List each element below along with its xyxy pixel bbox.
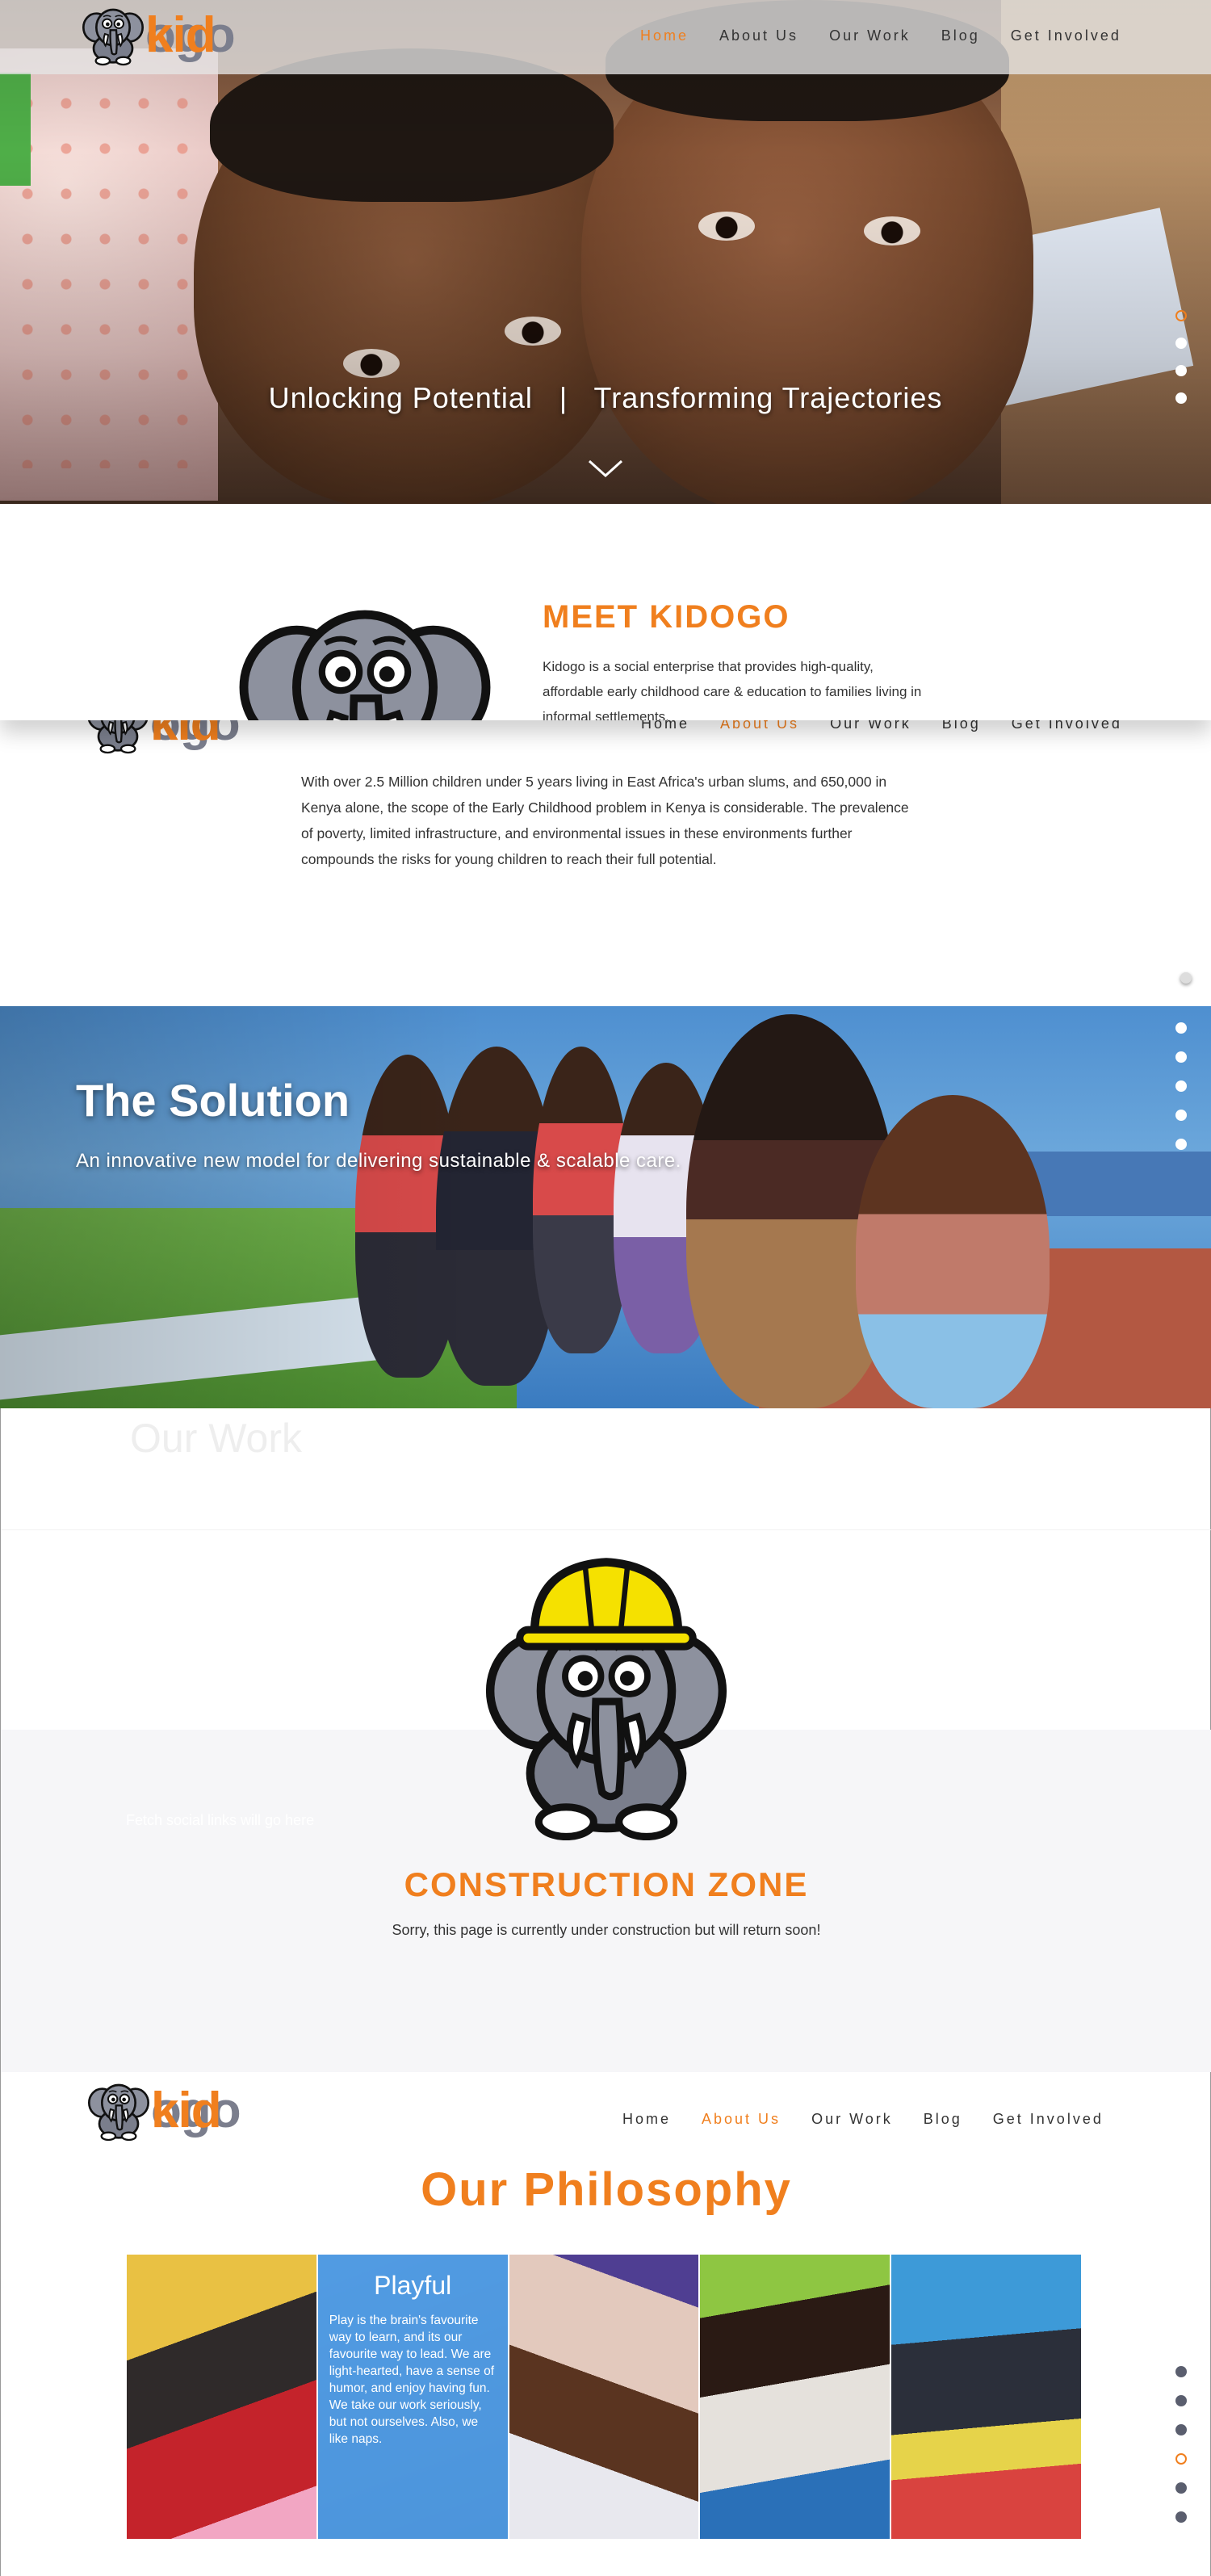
solution-banner: The Solution An innovative new model for…: [0, 1006, 1211, 1408]
slide-dot-3[interactable]: [1175, 365, 1187, 376]
slide-dot-6[interactable]: [1175, 2511, 1187, 2523]
meet-kidogo-body: Kidogo is a social enterprise that provi…: [543, 659, 922, 720]
slide-dot-2[interactable]: [1175, 338, 1187, 349]
scroll-down-chevron-icon[interactable]: [587, 459, 624, 478]
slide-dots: [1175, 310, 1187, 404]
hero-section: kid ogo Home About Us Our Work Blog Get I…: [0, 0, 1211, 504]
slide-dot-3[interactable]: [1175, 1051, 1187, 1063]
meet-kidogo-title: MEET KIDOGO: [543, 599, 790, 635]
slide-dot-4[interactable]: [1175, 392, 1187, 404]
philosophy-tile-1[interactable]: [127, 2255, 316, 2539]
nav-get-involved[interactable]: Get Involved: [993, 2111, 1104, 2128]
ghost-caption: Fetch social links will go here: [126, 1812, 315, 1828]
elephant-logo-icon: [88, 2083, 149, 2142]
philosophy-card-playful: Playful Play is the brain's favourite wa…: [317, 2255, 508, 2539]
philosophy-title: Our Philosophy: [421, 2163, 792, 2216]
philosophy-card-title: Playful: [374, 2271, 452, 2300]
hero-photo-shade: [0, 0, 1211, 504]
hero-tagline: Unlocking Potential | Transforming Traje…: [268, 381, 943, 414]
slide-dot-1[interactable]: [1175, 2366, 1187, 2377]
slide-dot-3[interactable]: [1175, 2424, 1187, 2435]
slide-dots: [1175, 2366, 1187, 2523]
slide-dot-4[interactable]: [1175, 1080, 1187, 1092]
slide-dot-4[interactable]: [1175, 2453, 1187, 2465]
slide-dot-5[interactable]: [1175, 1110, 1187, 1121]
slide-dot-1[interactable]: [1175, 310, 1187, 321]
nav-about-us[interactable]: About Us: [719, 27, 798, 44]
logo-wordmark: kid ogo: [145, 7, 236, 63]
philosophy-tile-5[interactable]: [891, 2255, 1081, 2539]
construction-title: CONSTRUCTION ZONE: [404, 1865, 809, 1903]
slide-dot-6[interactable]: [1175, 1139, 1187, 1150]
meet-kidogo-panel: MEET KIDOGO Kidogo is a social enterpris…: [0, 504, 1211, 720]
nav-about-us[interactable]: About Us: [702, 2111, 781, 2128]
top-navigation: kid ogo Home About Us Our Work Blog Get I…: [0, 0, 1211, 74]
philosophy-nav: Home About Us Our Work Blog Get Involved: [622, 2111, 1104, 2128]
main-nav: Home About Us Our Work Blog Get Involved: [640, 27, 1121, 44]
elephant-hardhat-icon: [469, 1558, 744, 1852]
solution-title: The Solution: [76, 1075, 350, 1126]
philosophy-tile-3[interactable]: [509, 2255, 699, 2539]
nav-blog[interactable]: Blog: [924, 2111, 962, 2128]
logo-wordmark: kid ogo: [151, 2083, 241, 2138]
slide-dot-2[interactable]: [1175, 2395, 1187, 2406]
nav-home[interactable]: Home: [640, 27, 689, 44]
slide-dot-5[interactable]: [1175, 2482, 1187, 2494]
slide-dot-shadow: [1180, 972, 1192, 984]
nav-home[interactable]: Home: [622, 2111, 671, 2128]
kidogo-logo-tertiary[interactable]: kid ogo: [86, 2079, 241, 2143]
elephant-logo-icon: [82, 8, 144, 66]
nav-blog[interactable]: Blog: [941, 27, 980, 44]
solution-photo-shade: [0, 1006, 1211, 1408]
nav-our-work[interactable]: Our Work: [811, 2111, 893, 2128]
nav-get-involved[interactable]: Get Involved: [1011, 27, 1121, 44]
philosophy-tile-2[interactable]: Playful Play is the brain's favourite wa…: [317, 2255, 508, 2539]
philosophy-section: kid ogo Home About Us Our Work Blog Get I…: [0, 2072, 1211, 2576]
philosophy-tiles: Playful Play is the brain's favourite wa…: [127, 2255, 1081, 2539]
construction-zone-section: Our Work Fetch social links will go here…: [0, 1408, 1211, 2072]
philosophy-tile-4[interactable]: [700, 2255, 890, 2539]
about-section: kid ogo Home About Us Our Work Blog Get I…: [0, 696, 1211, 1006]
slide-dots: [1175, 1006, 1187, 1150]
about-body: With over 2.5 Million children under 5 y…: [301, 774, 909, 867]
slide-dot-2[interactable]: [1175, 1022, 1187, 1034]
nav-our-work[interactable]: Our Work: [829, 27, 911, 44]
solution-subtitle: An innovative new model for delivering s…: [76, 1150, 681, 1172]
kidogo-logo[interactable]: kid ogo: [81, 3, 236, 68]
ghost-heading: Our Work: [130, 1416, 302, 1461]
construction-message: Sorry, this page is currently under cons…: [392, 1922, 821, 1938]
elephant-mascot-icon: [228, 599, 502, 720]
philosophy-card-body: Play is the brain's favourite way to lea…: [329, 2314, 495, 2446]
